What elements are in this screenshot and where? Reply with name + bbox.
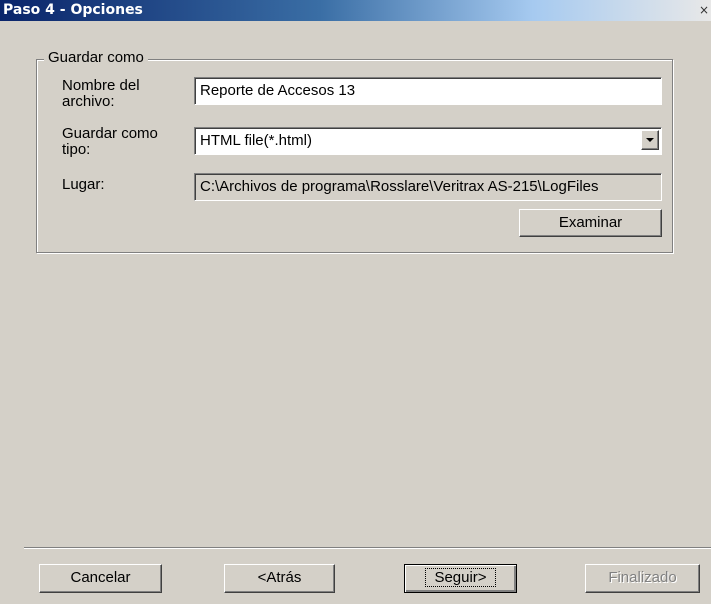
filename-label-line2: archivo: [62, 93, 115, 110]
finish-button-label: Finalizado [608, 569, 677, 586]
footer-divider [24, 547, 711, 549]
filename-input[interactable]: Reporte de Accesos 13 [194, 77, 662, 105]
dropdown-button[interactable] [641, 130, 659, 150]
chevron-down-icon [646, 138, 654, 142]
group-legend: Guardar como [44, 49, 148, 66]
cancel-button-label: Cancelar [70, 569, 131, 586]
filename-label: Nombre del archivo: [62, 78, 140, 110]
location-field: C:\Archivos de programa\Rosslare\Veritra… [194, 173, 662, 201]
filetype-label: Guardar como tipo: [62, 126, 158, 158]
filetype-selected-value: HTML file(*.html) [200, 132, 312, 149]
filename-label-line1: Nombre del [62, 77, 140, 94]
next-button[interactable]: Seguir> [404, 564, 517, 593]
back-button-label: <Atrás [257, 569, 302, 586]
finish-button: Finalizado [585, 564, 700, 593]
browse-button-label: Examinar [558, 214, 623, 231]
filetype-label-line2: tipo: [62, 141, 91, 158]
back-button[interactable]: <Atrás [224, 564, 335, 593]
filetype-label-line1: Guardar como [62, 125, 158, 142]
cancel-button[interactable]: Cancelar [39, 564, 162, 593]
close-icon[interactable]: × [697, 2, 711, 18]
location-label: Lugar: [62, 176, 105, 193]
title-bar[interactable]: Paso 4 - Opciones × [0, 0, 711, 21]
window-title: Paso 4 - Opciones [3, 2, 143, 18]
filetype-select[interactable]: HTML file(*.html) [194, 127, 662, 155]
browse-button[interactable]: Examinar [519, 209, 662, 237]
next-button-label: Seguir> [425, 568, 496, 587]
